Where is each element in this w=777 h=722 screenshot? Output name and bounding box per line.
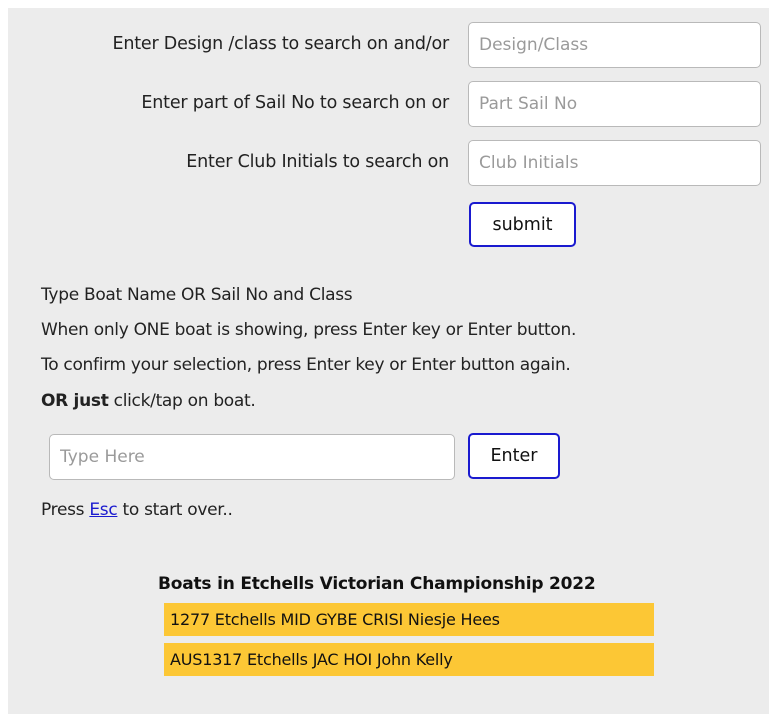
submit-button[interactable]: submit xyxy=(469,202,576,247)
instruction-line-4: OR just click/tap on boat. xyxy=(41,391,256,411)
instruction-click-tap: click/tap on boat. xyxy=(108,391,256,411)
esc-hint: Press Esc to start over.. xyxy=(41,500,233,520)
boat-list-item[interactable]: AUS1317 Etchells JAC HOI John Kelly xyxy=(164,643,654,676)
esc-hint-suffix: to start over.. xyxy=(117,500,233,520)
search-panel: Enter Design /class to search on and/or … xyxy=(8,8,769,714)
esc-hint-prefix: Press xyxy=(41,500,90,520)
esc-link[interactable]: Esc xyxy=(89,500,117,520)
boat-search-input[interactable] xyxy=(49,434,455,480)
instruction-line-2: When only ONE boat is showing, press Ent… xyxy=(41,320,577,340)
sail-row: Enter part of Sail No to search on or xyxy=(8,81,769,127)
club-label: Enter Club Initials to search on xyxy=(186,152,449,172)
boats-list-title: Boats in Etchells Victorian Championship… xyxy=(158,574,596,594)
enter-button[interactable]: Enter xyxy=(468,433,560,479)
boat-list-item[interactable]: 1277 Etchells MID GYBE CRISI Niesje Hees xyxy=(164,603,654,636)
design-label: Enter Design /class to search on and/or xyxy=(112,34,449,54)
club-initials-input[interactable] xyxy=(468,140,761,186)
design-row: Enter Design /class to search on and/or xyxy=(8,22,769,68)
sail-no-input[interactable] xyxy=(468,81,761,127)
instruction-line-1: Type Boat Name OR Sail No and Class xyxy=(41,285,353,305)
sail-label: Enter part of Sail No to search on or xyxy=(141,93,449,113)
instruction-line-3: To confirm your selection, press Enter k… xyxy=(41,355,571,375)
club-row: Enter Club Initials to search on xyxy=(8,140,769,186)
instruction-or-just: OR just xyxy=(41,391,109,411)
design-class-input[interactable] xyxy=(468,22,761,68)
